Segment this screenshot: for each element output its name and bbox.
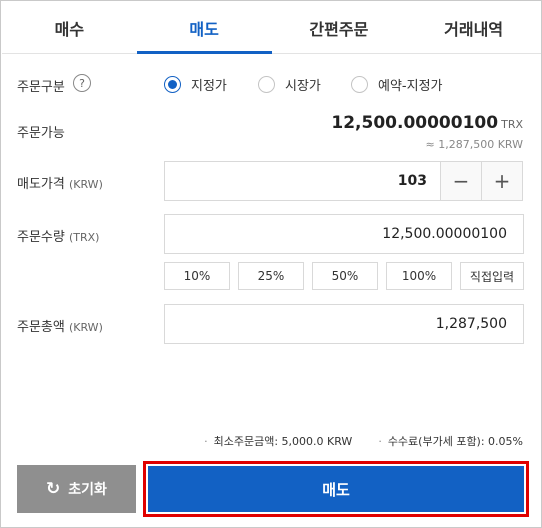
direct-input-button[interactable]: 직접입력	[460, 262, 524, 290]
sell-button[interactable]: 매도	[148, 466, 524, 512]
percent-100-button[interactable]: 100%	[386, 262, 452, 290]
available-amount-value: 12,500.00000100	[331, 113, 499, 133]
radio-reserve-limit[interactable]: 예약-지정가	[351, 75, 443, 94]
percent-25-button[interactable]: 25%	[238, 262, 304, 290]
tab-trade-history[interactable]: 거래내역	[406, 2, 541, 53]
radio-limit-dot	[164, 76, 181, 93]
available-amount: 12,500.00000100 TRX	[331, 113, 523, 133]
radio-reserve-limit-dot	[351, 76, 368, 93]
price-decrease-button[interactable]: −	[440, 161, 482, 201]
quantity-label-unit: (TRX)	[68, 231, 100, 244]
order-notes: 최소주문금액: 5,000.0 KRW 수수료(부가세 포함): 0.05%	[204, 433, 523, 449]
quantity-label: 주문수량 (TRX)	[17, 226, 99, 245]
price-label: 매도가격 (KRW)	[17, 173, 103, 192]
tab-sell[interactable]: 매도	[136, 2, 272, 54]
tab-buy[interactable]: 매수	[2, 2, 137, 53]
order-tabs: 매수 매도 간편주문 거래내역	[2, 2, 541, 54]
price-label-unit: (KRW)	[68, 178, 103, 191]
refresh-icon: ↻	[46, 479, 61, 499]
total-label-text: 주문총액	[17, 320, 65, 335]
price-label-text: 매도가격	[17, 177, 65, 192]
order-type-label: 주문구분	[17, 80, 65, 95]
radio-reserve-limit-label: 예약-지정가	[378, 79, 443, 94]
total-input[interactable]: 1,287,500	[164, 304, 524, 344]
percent-50-button[interactable]: 50%	[312, 262, 378, 290]
radio-limit-label: 지정가	[191, 79, 227, 94]
total-label: 주문총액 (KRW)	[17, 316, 103, 335]
fee-note: 수수료(부가세 포함): 0.05%	[378, 433, 523, 449]
price-input[interactable]: 103	[164, 161, 444, 201]
price-increase-button[interactable]: +	[481, 161, 523, 201]
available-approx-krw: ≈ 1,287,500 KRW	[425, 138, 523, 151]
available-label: 주문가능	[17, 126, 65, 141]
percent-10-button[interactable]: 10%	[164, 262, 230, 290]
help-icon[interactable]: ?	[73, 74, 91, 92]
radio-market[interactable]: 시장가	[258, 75, 321, 94]
quantity-label-text: 주문수량	[17, 230, 65, 245]
tab-simple-order[interactable]: 간편주문	[272, 2, 407, 53]
quantity-input[interactable]: 12,500.00000100	[164, 214, 524, 254]
radio-limit[interactable]: 지정가	[164, 75, 227, 94]
available-amount-unit: TRX	[501, 118, 523, 131]
sell-order-panel: 매수 매도 간편주문 거래내역 주문구분 ? 지정가 시장가 예약-지정가 주문…	[0, 0, 542, 528]
reset-button-label: 초기화	[68, 482, 107, 498]
reset-button[interactable]: ↻ 초기화	[17, 465, 136, 513]
total-label-unit: (KRW)	[68, 321, 103, 334]
radio-market-label: 시장가	[285, 79, 321, 94]
min-order-note: 최소주문금액: 5,000.0 KRW	[204, 433, 353, 449]
radio-market-dot	[258, 76, 275, 93]
